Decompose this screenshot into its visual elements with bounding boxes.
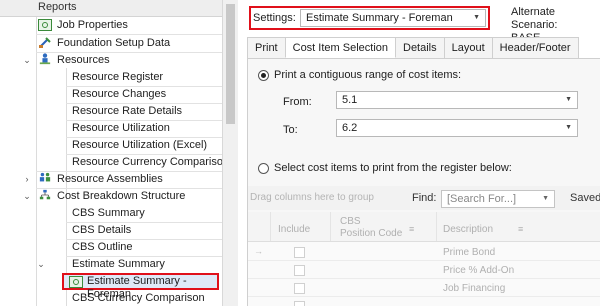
from-dropdown[interactable]: 5.1 ▼ <box>336 91 578 109</box>
from-value: 5.1 <box>342 94 358 106</box>
contiguous-range-radio[interactable] <box>258 70 269 81</box>
tree-item-resource-rate-details[interactable]: Resource Rate Details <box>0 103 222 120</box>
tools-icon <box>39 37 51 48</box>
tree-item-label: Job Properties <box>57 19 128 31</box>
tree-item-foundation-setup-data[interactable]: Foundation Setup Data <box>0 35 222 52</box>
filter-icon[interactable]: ≡ <box>409 224 414 235</box>
table-row[interactable]: Price % Add-On <box>248 262 600 279</box>
report-icon <box>69 276 83 288</box>
include-checkbox[interactable] <box>294 283 305 294</box>
settings-value: Estimate Summary - Foreman <box>306 12 453 24</box>
tree-item-label: Resource Register <box>72 71 164 83</box>
tab-details[interactable]: Details <box>395 37 445 58</box>
tree-item-label: CBS Currency Comparison <box>72 292 205 304</box>
saved-label[interactable]: Saved <box>570 192 600 204</box>
tree-item-label: Resource Utilization <box>72 122 170 134</box>
tab-header-footer[interactable]: Header/Footer <box>491 37 579 58</box>
find-input[interactable]: [Search For...] ▼ <box>441 190 555 208</box>
tree-item-label: CBS Summary <box>72 207 145 219</box>
report-icon <box>38 19 52 31</box>
tree-item-estimate-summary[interactable]: ⌄ Estimate Summary <box>0 256 222 273</box>
to-label: To: <box>283 124 298 136</box>
tree-header-label: Reports <box>38 1 77 13</box>
table-row[interactable] <box>248 298 600 306</box>
tab-print[interactable]: Print <box>247 37 286 58</box>
column-position-code[interactable]: Position Code <box>340 228 402 239</box>
tree-item-label: Resource Utilization (Excel) <box>72 139 208 151</box>
chevron-down-icon[interactable]: ⌄ <box>22 191 32 201</box>
tree-item-cbs-outline[interactable]: CBS Outline <box>0 239 222 256</box>
to-dropdown[interactable]: 6.2 ▼ <box>336 119 578 137</box>
grid-header: Include CBS Position Code ≡ Description … <box>248 212 600 242</box>
alternate-scenario-label: Alternate Scenario: <box>511 6 558 31</box>
select-from-register-radio[interactable] <box>258 163 269 174</box>
include-checkbox[interactable] <box>294 247 305 258</box>
find-label: Find: <box>412 192 437 204</box>
chevron-down-icon[interactable]: ⌄ <box>22 55 32 65</box>
row-description: Prime Bond <box>443 247 496 258</box>
tree-item-label: Resource Currency Comparison <box>72 156 230 168</box>
chevron-down-icon[interactable]: ⌄ <box>36 259 46 269</box>
assembly-icon <box>39 172 51 182</box>
tree-item-resource-utilization[interactable]: Resource Utilization <box>0 120 222 137</box>
tree-item-resources[interactable]: ⌄ Resources <box>0 52 222 69</box>
cost-item-grid: Include CBS Position Code ≡ Description … <box>248 212 600 306</box>
tree-item-label: CBS Details <box>72 224 132 236</box>
tree-item-label: Resource Rate Details <box>72 105 183 117</box>
dropdown-arrow-icon: ▼ <box>473 14 480 21</box>
tree-item-label: Foundation Setup Data <box>57 37 171 49</box>
tree-item-label: Resource Assemblies <box>57 173 163 185</box>
tree-item-resource-currency-comparison[interactable]: Resource Currency Comparison <box>0 154 229 171</box>
tree-item-resource-changes[interactable]: Resource Changes <box>0 86 222 103</box>
include-checkbox[interactable] <box>294 265 305 276</box>
column-description[interactable]: Description <box>443 224 493 235</box>
tab-cost-item-selection[interactable]: Cost Item Selection <box>284 37 396 58</box>
row-description: Price % Add-On <box>443 265 515 276</box>
hierarchy-icon <box>39 189 51 200</box>
tree-item-cbs-currency-comparison[interactable]: CBS Currency Comparison <box>0 290 222 306</box>
dropdown-arrow-icon: ▼ <box>565 124 572 131</box>
tree-item-job-properties[interactable]: Job Properties <box>0 17 222 34</box>
chevron-right-icon[interactable]: › <box>22 174 32 184</box>
tree-item-label: Resource Changes <box>72 88 167 100</box>
table-row[interactable]: → Prime Bond <box>248 244 600 261</box>
tree-item-resource-register[interactable]: Resource Register <box>0 69 222 86</box>
tree-item-label: Estimate Summary <box>72 258 165 270</box>
tab-strip: Print Cost Item Selection Details Layout… <box>247 37 579 58</box>
settings-dropdown[interactable]: Estimate Summary - Foreman ▼ <box>300 9 486 27</box>
report-tree: Reports Job Properties Foundation Setup … <box>0 0 238 306</box>
tree-item-cbs-details[interactable]: CBS Details <box>0 222 222 239</box>
dropdown-arrow-icon: ▼ <box>542 195 549 202</box>
table-row[interactable]: Job Financing <box>248 280 600 297</box>
group-by-hint: Drag columns here to group <box>250 192 374 203</box>
tree-item-cbs-summary[interactable]: CBS Summary <box>0 205 222 222</box>
tree-scrollbar[interactable] <box>222 0 238 306</box>
tab-layout[interactable]: Layout <box>443 37 493 58</box>
filter-icon[interactable]: ≡ <box>518 224 523 235</box>
find-placeholder: [Search For...] <box>447 193 517 205</box>
include-checkbox[interactable] <box>294 301 305 306</box>
column-include[interactable]: Include <box>278 224 310 235</box>
tree-item-label: CBS Outline <box>72 241 133 253</box>
row-indicator-icon: → <box>254 246 263 256</box>
contiguous-range-label: Print a contiguous range of cost items: <box>274 69 462 81</box>
select-from-register-label: Select cost items to print from the regi… <box>274 162 512 174</box>
settings-label: Settings: <box>253 12 296 24</box>
tree-item-estimate-summary-foreman[interactable]: Estimate Summary - Foreman <box>62 273 219 300</box>
column-cbs[interactable]: CBS <box>340 216 361 227</box>
tree-header: Reports <box>0 0 222 17</box>
tree-item-resource-assemblies[interactable]: › Resource Assemblies <box>0 171 222 188</box>
from-label: From: <box>283 96 312 108</box>
row-description: Job Financing <box>443 283 506 294</box>
scrollbar-thumb[interactable] <box>226 4 235 124</box>
resource-icon <box>39 53 51 65</box>
tree-item-resource-utilization-excel[interactable]: Resource Utilization (Excel) <box>0 137 222 154</box>
tree-item-label: Cost Breakdown Structure <box>57 190 186 202</box>
tree-item-cost-breakdown-structure[interactable]: ⌄ Cost Breakdown Structure <box>0 188 222 205</box>
to-value: 6.2 <box>342 122 358 134</box>
tree-item-label: Resources <box>57 54 110 66</box>
dropdown-arrow-icon: ▼ <box>565 96 572 103</box>
